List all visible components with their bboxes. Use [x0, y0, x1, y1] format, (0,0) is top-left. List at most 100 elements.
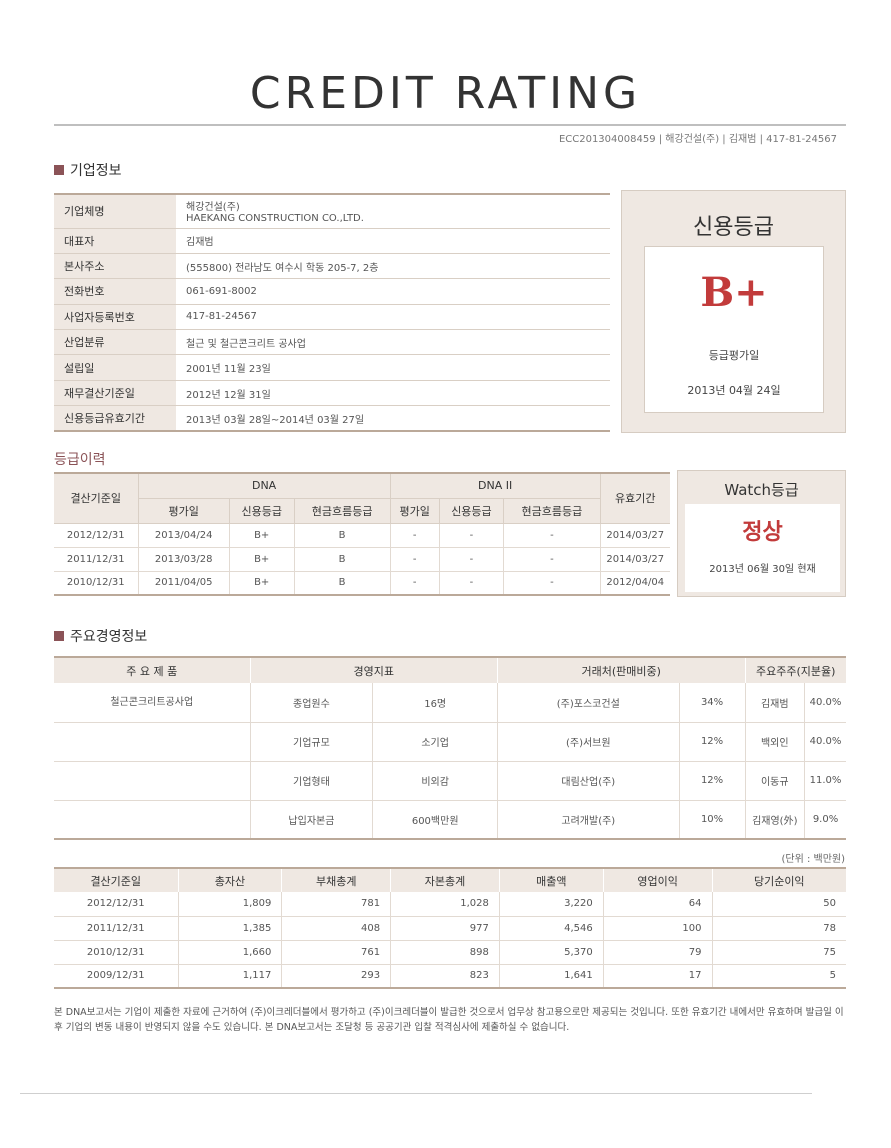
info-row: 기업체명 해강건설(주) HAEKANG CONSTRUCTION CO.,LT… — [54, 194, 610, 229]
table-row: 2009/12/31 1,117 293 823 1,641 17 5 — [54, 964, 846, 989]
cell: 600백만원 — [372, 800, 498, 840]
col-header: 결산기준일 — [54, 868, 178, 892]
info-value: 철근 및 철근콘크리트 공사업 — [176, 329, 610, 356]
title-divider — [54, 124, 846, 126]
col-grade1: 신용등급 — [228, 497, 295, 524]
company-info-table: 기업체명 해강건설(주) HAEKANG CONSTRUCTION CO.,LT… — [54, 193, 610, 433]
col-header: 총자산 — [177, 868, 282, 892]
cell: 납입자본금 — [249, 800, 373, 840]
col-header: 당기순이익 — [711, 868, 846, 892]
grade-eval-label: 등급평가일 — [708, 349, 760, 362]
info-value: 417-81-24567 — [176, 304, 610, 331]
col-base-date: 결산기준일 — [54, 472, 139, 524]
info-value: 061-691-8002 — [176, 278, 610, 305]
table-row: 2011/12/31 1,385 408 977 4,546 100 78 — [54, 916, 846, 941]
cell: 기업형태 — [249, 761, 373, 801]
watch-grade-date: 2013년 06월 30일 현재 — [709, 564, 816, 575]
cell: - — [503, 522, 601, 548]
cell: - — [438, 546, 505, 572]
col-eval2: 평가일 — [389, 497, 440, 524]
cell: 김재영(外) — [744, 800, 805, 840]
watch-grade-panel: 정상 2013년 06월 30일 현재 — [685, 504, 840, 592]
cell: 2012/12/31 — [54, 892, 178, 917]
col-cash2: 현금흐름등급 — [503, 497, 600, 524]
cell: 34% — [678, 683, 746, 723]
footer-divider — [20, 1093, 812, 1094]
company-name-ko: 해강건설(주) — [186, 202, 240, 214]
cell: 대림산업(주) — [497, 761, 680, 801]
cell: 2010/12/31 — [54, 940, 178, 965]
management-header-row: 주 요 제 품 경영지표 거래처(판매비중) 주요주주(지분율) — [54, 657, 846, 683]
info-label: 설립일 — [54, 354, 176, 381]
grade-eval-date: 2013년 04월 24일 — [687, 384, 781, 397]
col-product: 주 요 제 품 — [54, 657, 250, 683]
history-heading: 등급이력 — [54, 452, 106, 468]
cell: 40.0% — [804, 722, 846, 762]
cell: 1,809 — [177, 892, 282, 917]
table-row: 2012/12/31 2013/04/24 B+ B - - - 2014/03… — [54, 522, 670, 548]
cell: (주)서브원 — [497, 722, 680, 762]
credit-grade-title: 신용등급 — [693, 215, 774, 240]
cell: 40.0% — [804, 683, 846, 723]
cell: 898 — [390, 940, 500, 965]
cell: 5 — [711, 964, 846, 989]
col-indicator: 경영지표 — [249, 657, 498, 683]
cell: 10% — [678, 800, 746, 840]
cell: 김재범 — [744, 683, 805, 723]
cell: 17 — [602, 964, 713, 989]
table-row: 2011/12/31 2013/03/28 B+ B - - - 2014/03… — [54, 546, 670, 572]
table-row: 2010/12/31 2011/04/05 B+ B - - - 2012/04… — [54, 570, 670, 596]
watch-grade-box: Watch등급 정상 2013년 06월 30일 현재 — [677, 470, 846, 597]
cell: 2013/03/28 — [137, 546, 230, 572]
info-row: 설립일 2001년 11월 23일 — [54, 354, 610, 381]
cell: 1,385 — [177, 916, 282, 941]
main-product: 철근콘크리트공사업 — [54, 683, 250, 723]
company-name-en: HAEKANG CONSTRUCTION CO.,LTD. — [186, 213, 364, 225]
cell: - — [389, 522, 440, 548]
cell: 293 — [281, 964, 391, 989]
cell: 75 — [711, 940, 846, 965]
cell: 4,546 — [498, 916, 604, 941]
info-value: 2013년 03월 28일~2014년 03월 27일 — [176, 405, 610, 432]
cell: 1,028 — [390, 892, 500, 917]
cell: 2011/12/31 — [54, 916, 178, 941]
col-grade2: 신용등급 — [438, 497, 505, 524]
col-share: 주요주주(지분율) — [744, 657, 846, 683]
reference-line: ECC201304008459 | 해강건설(주) | 김재범 | 417-81… — [558, 134, 837, 145]
cell: 종업원수 — [249, 683, 373, 723]
company-section-heading: 기업정보 — [54, 160, 122, 180]
page-title: CREDIT RATING — [249, 68, 642, 119]
info-row: 산업분류 철근 및 철근콘크리트 공사업 — [54, 329, 610, 356]
cell: 16명 — [372, 683, 498, 723]
table-row: 2012/12/31 1,809 781 1,028 3,220 64 50 — [54, 892, 846, 917]
cell: 977 — [390, 916, 500, 941]
cell: 2009/12/31 — [54, 964, 178, 989]
cell: B+ — [228, 522, 295, 548]
cell: 2010/12/31 — [54, 570, 139, 596]
col-header: 매출액 — [498, 868, 604, 892]
table-row: 기업규모 소기업 (주)서브원 12% 백외인 40.0% — [54, 722, 846, 762]
col-group-dna: DNA — [137, 472, 391, 499]
cell: (주)포스코건설 — [497, 683, 680, 723]
cell: 2012/12/31 — [54, 522, 139, 548]
cell: - — [389, 570, 440, 596]
cell: 기업규모 — [249, 722, 373, 762]
square-bullet-icon — [54, 631, 64, 641]
cell: 고려개발(주) — [497, 800, 680, 840]
info-row: 대표자 김재범 — [54, 228, 610, 254]
credit-grade-box: 신용등급 B+ 등급평가일 2013년 04월 24일 — [621, 190, 846, 433]
info-label: 사업자등록번호 — [54, 304, 176, 331]
cell: 이동규 — [744, 761, 805, 801]
info-label: 기업체명 — [54, 194, 176, 229]
management-section-heading: 주요경영정보 — [54, 626, 147, 646]
col-valid: 유효기간 — [599, 472, 670, 524]
square-bullet-icon — [54, 165, 64, 175]
cell: 761 — [281, 940, 391, 965]
cell: 2012/04/04 — [599, 570, 670, 596]
info-value: 2012년 12월 31일 — [176, 380, 610, 407]
col-eval1: 평가일 — [138, 497, 230, 524]
cell — [54, 722, 250, 762]
cell: 1,660 — [177, 940, 282, 965]
cell: 11.0% — [804, 761, 846, 801]
col-trade: 거래처(판매비중) — [497, 657, 746, 683]
